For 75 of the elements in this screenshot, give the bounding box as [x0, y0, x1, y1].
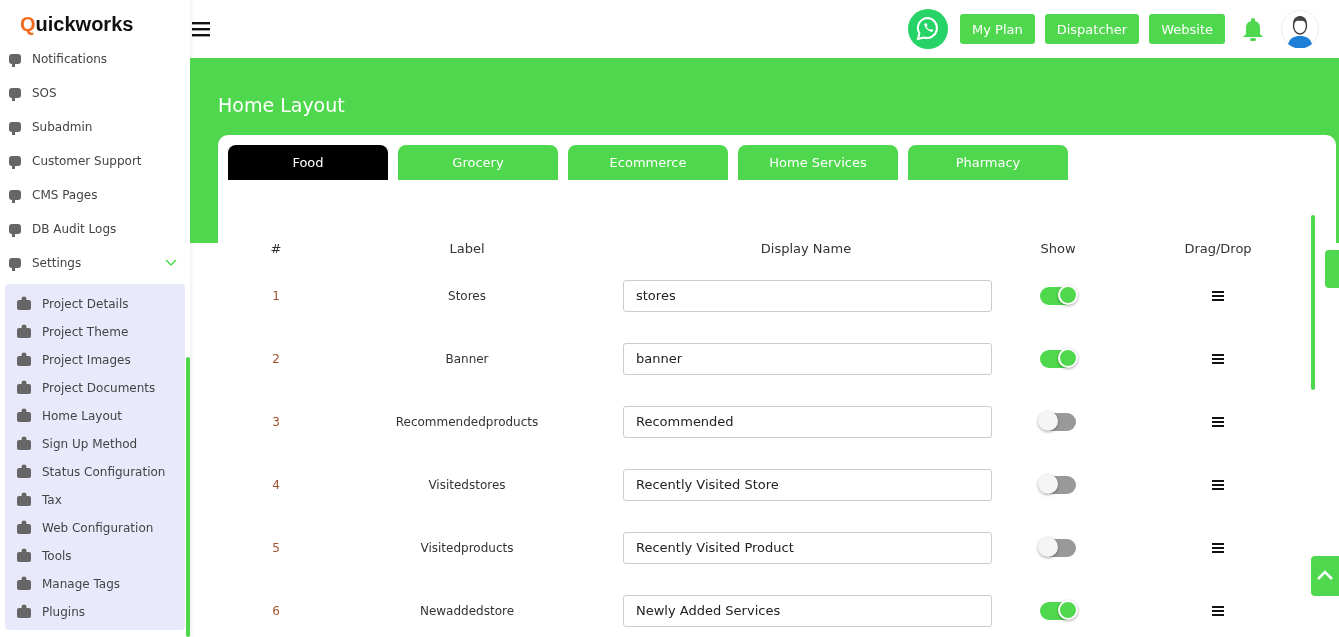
- table-cell-text: Stores: [447, 287, 487, 305]
- submenu-item[interactable]: Web Configuration: [42, 521, 154, 535]
- toggle-switch[interactable]: [1040, 412, 1076, 431]
- submenu-icon: [15, 464, 33, 480]
- page-title: Home Layout: [218, 94, 346, 116]
- submenu-item[interactable]: Home Layout: [42, 409, 123, 423]
- submenu-icon: [15, 380, 33, 396]
- submenu-item[interactable]: Project Details: [42, 297, 129, 311]
- table-cell-text: Banner: [444, 350, 490, 368]
- bell-icon[interactable]: [1241, 16, 1265, 42]
- submenu-item[interactable]: Plugins: [42, 605, 85, 619]
- input-field[interactable]: stores: [623, 279, 992, 312]
- table-cell-text: 4: [271, 476, 281, 494]
- column-header: Show: [1039, 239, 1077, 258]
- submenu-icon: [15, 324, 33, 340]
- submenu-icon: [15, 296, 33, 312]
- table-cell-text: Visitedproducts: [419, 539, 515, 557]
- input-field[interactable]: Recommended: [623, 405, 992, 438]
- scroll-top-button[interactable]: [1311, 556, 1339, 596]
- sidebar-item[interactable]: Notifications: [32, 52, 108, 66]
- submenu-item[interactable]: Manage Tags: [42, 577, 121, 591]
- submenu-item[interactable]: Sign Up Method: [42, 437, 138, 451]
- table-cell-text: Newaddedstore: [418, 602, 516, 620]
- toggle-switch[interactable]: [1040, 538, 1076, 557]
- column-header: Drag/Drop: [1183, 239, 1253, 258]
- submenu-icon: [15, 548, 33, 564]
- table-cell-text: 5: [271, 539, 281, 557]
- table-cell-text: Visitedstores: [427, 476, 507, 494]
- drag-handle-icon[interactable]: [1212, 291, 1224, 301]
- submenu-item[interactable]: Project Theme: [42, 325, 129, 339]
- drag-handle-icon[interactable]: [1212, 543, 1224, 553]
- submenu-icon: [15, 352, 33, 368]
- column-header: #: [269, 239, 283, 258]
- toggle-switch[interactable]: [1040, 286, 1076, 305]
- scrollbar-thumb[interactable]: [186, 357, 190, 637]
- table-cell-text: 3: [271, 413, 281, 431]
- input-field[interactable]: Newly Added Services: [623, 594, 992, 627]
- drag-handle-icon[interactable]: [1212, 606, 1224, 616]
- table-cell-text: 6: [271, 602, 281, 620]
- drag-handle-icon[interactable]: [1212, 354, 1224, 364]
- toggle-switch[interactable]: [1040, 475, 1076, 494]
- toggle-switch[interactable]: [1040, 601, 1076, 620]
- submenu-icon: [15, 408, 33, 424]
- sidebar-item[interactable]: Customer Support: [32, 154, 142, 168]
- table-cell-text: 1: [271, 287, 281, 305]
- input-field[interactable]: Recently Visited Product: [623, 531, 992, 564]
- submenu-icon: [15, 604, 33, 620]
- table-cell-text: 2: [271, 350, 281, 368]
- tab[interactable]: Food: [228, 145, 388, 180]
- submenu-item[interactable]: Status Configuration: [42, 465, 166, 479]
- drag-handle-icon[interactable]: [1212, 480, 1224, 490]
- chat-icon[interactable]: [908, 9, 948, 49]
- submenu-icon: [15, 520, 33, 536]
- avatar-icon[interactable]: [1281, 10, 1319, 48]
- sidebar-item[interactable]: DB Audit Logs: [32, 222, 117, 236]
- sidebar-item[interactable]: Subadmin: [32, 120, 93, 134]
- table-cell-text: Recommendedproducts: [394, 413, 540, 431]
- logo: Quickworks: [19, 11, 135, 37]
- submenu-item[interactable]: Project Documents: [42, 381, 156, 395]
- drag-handle-icon[interactable]: [1212, 417, 1224, 427]
- toggle-switch[interactable]: [1040, 349, 1076, 368]
- scrollbar-thumb[interactable]: [1311, 215, 1315, 390]
- sidebar-item[interactable]: CMS Pages: [32, 188, 98, 202]
- input-field[interactable]: Recently Visited Store: [623, 468, 992, 501]
- column-header: Label: [448, 239, 486, 258]
- submenu-item[interactable]: Tools: [42, 549, 72, 563]
- column-header: Display Name: [759, 239, 853, 258]
- submenu-icon: [15, 492, 33, 508]
- submenu-item[interactable]: Project Images: [42, 353, 131, 367]
- sidebar-item[interactable]: SOS: [32, 86, 57, 100]
- submenu-item[interactable]: Tax: [42, 493, 62, 507]
- sidebar-item[interactable]: Settings: [32, 256, 82, 270]
- input-field[interactable]: banner: [623, 342, 992, 375]
- submenu-icon: [15, 436, 33, 452]
- submenu-icon: [15, 576, 33, 592]
